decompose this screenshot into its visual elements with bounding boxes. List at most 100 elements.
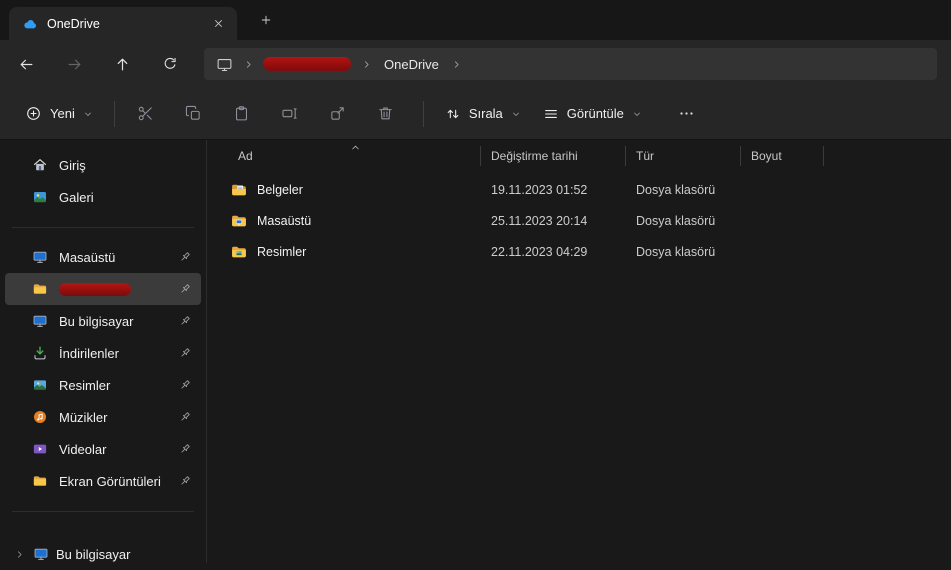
command-toolbar: Yeni Sırala Görüntüle bbox=[0, 88, 951, 140]
explorer-body: Giriş Galeri Masaüstü Bu bilgisayar İndi… bbox=[0, 140, 951, 563]
this-pc-icon bbox=[32, 313, 48, 329]
share-icon bbox=[329, 105, 346, 122]
file-name: Belgeler bbox=[257, 182, 303, 197]
new-tab-plus-icon bbox=[259, 13, 273, 27]
new-tab-button[interactable] bbox=[253, 7, 279, 33]
sidebar-item-label: Resimler bbox=[59, 377, 111, 393]
sort-button-label: Sırala bbox=[468, 106, 503, 121]
view-button[interactable]: Görüntüle bbox=[532, 96, 653, 132]
chevron-down-icon bbox=[511, 109, 521, 119]
redaction-scribble-breadcrumb bbox=[263, 57, 351, 71]
up-icon bbox=[114, 56, 131, 73]
column-resize-handle[interactable] bbox=[823, 146, 824, 166]
sidebar-item-this-pc[interactable]: Bu bilgisayar bbox=[5, 305, 201, 337]
sidebar-separator bbox=[12, 511, 194, 512]
sidebar-tree-item-this-pc[interactable]: Bu bilgisayar bbox=[5, 538, 201, 570]
view-button-label: Görüntüle bbox=[566, 106, 624, 121]
cut-button[interactable] bbox=[125, 96, 167, 132]
pin-icon bbox=[178, 346, 192, 360]
sidebar-item-downloads[interactable]: İndirilenler bbox=[5, 337, 201, 369]
breadcrumb-segment-onedrive[interactable]: OneDrive bbox=[377, 54, 446, 75]
delete-button[interactable] bbox=[365, 96, 407, 132]
column-header-name[interactable]: Ad bbox=[207, 143, 481, 169]
share-button[interactable] bbox=[317, 96, 359, 132]
home-icon bbox=[32, 157, 48, 173]
sidebar-item-label: Giriş bbox=[59, 157, 86, 173]
column-header-label: Tür bbox=[636, 149, 654, 163]
column-header-label: Değiştirme tarihi bbox=[491, 149, 578, 163]
column-header-type[interactable]: Tür bbox=[626, 143, 741, 169]
address-bar[interactable]: OneDrive bbox=[204, 48, 937, 80]
breadcrumb-chevron-icon[interactable] bbox=[240, 56, 256, 72]
toolbar-separator bbox=[422, 100, 424, 127]
file-date-modified: 19.11.2023 01:52 bbox=[491, 182, 588, 197]
paste-button[interactable] bbox=[221, 96, 263, 132]
downloads-icon bbox=[32, 345, 48, 361]
pin-icon bbox=[178, 314, 192, 328]
pin-icon bbox=[178, 282, 192, 296]
new-item-plus-icon bbox=[25, 105, 42, 122]
chevron-down-icon bbox=[83, 109, 93, 119]
redaction-scribble-sidebar bbox=[59, 282, 131, 296]
file-name: Resimler bbox=[257, 244, 307, 259]
forward-button[interactable] bbox=[54, 46, 94, 82]
sidebar-item-music[interactable]: Müzikler bbox=[5, 401, 201, 433]
sidebar-item-videos[interactable]: Videolar bbox=[5, 433, 201, 465]
documents-folder-icon bbox=[230, 181, 248, 199]
file-type: Dosya klasörü bbox=[636, 244, 716, 259]
sidebar-item-label: Bu bilgisayar bbox=[56, 546, 131, 562]
tab-close-button[interactable] bbox=[207, 13, 229, 35]
tab-title: OneDrive bbox=[47, 16, 100, 31]
sidebar-item-gallery[interactable]: Galeri bbox=[5, 181, 201, 213]
view-list-icon bbox=[543, 106, 559, 122]
column-header-row: Ad Değiştirme tarihi Tür Boyut bbox=[207, 143, 951, 169]
rename-button[interactable] bbox=[269, 96, 311, 132]
chevron-down-icon bbox=[632, 109, 642, 119]
explorer-tab-onedrive[interactable]: OneDrive bbox=[9, 7, 237, 40]
videos-icon bbox=[32, 441, 48, 457]
sidebar-item-redacted-folder[interactable] bbox=[5, 273, 201, 305]
back-button[interactable] bbox=[6, 46, 46, 82]
file-row-resimler[interactable]: Resimler 22.11.2023 04:29 Dosya klasörü bbox=[207, 236, 951, 267]
sidebar-item-label: Videolar bbox=[59, 441, 107, 457]
desktop-icon bbox=[32, 249, 48, 265]
sidebar-item-home[interactable]: Giriş bbox=[5, 149, 201, 181]
this-pc-breadcrumb-icon[interactable] bbox=[216, 56, 233, 73]
refresh-button[interactable] bbox=[150, 46, 190, 82]
sidebar-item-desktop[interactable]: Masaüstü bbox=[5, 241, 201, 273]
sort-icon bbox=[445, 106, 461, 122]
column-header-size[interactable]: Boyut bbox=[741, 143, 824, 169]
sidebar-item-pictures[interactable]: Resimler bbox=[5, 369, 201, 401]
file-row-belgeler[interactable]: Belgeler 19.11.2023 01:52 Dosya klasörü bbox=[207, 174, 951, 205]
paste-icon bbox=[233, 105, 250, 122]
pictures-icon bbox=[32, 377, 48, 393]
see-more-button[interactable] bbox=[667, 96, 707, 132]
breadcrumb-chevron-icon[interactable] bbox=[449, 56, 465, 72]
new-button[interactable]: Yeni bbox=[14, 96, 104, 132]
copy-icon bbox=[185, 105, 202, 122]
sort-button[interactable]: Sırala bbox=[434, 96, 532, 132]
sidebar-item-label: İndirilenler bbox=[59, 345, 119, 361]
sidebar-item-label: Masaüstü bbox=[59, 249, 116, 265]
rename-icon bbox=[281, 105, 298, 122]
file-explorer-window: OneDrive OneDrive Yeni Sırala Görüntüle … bbox=[0, 0, 951, 563]
more-icon bbox=[678, 105, 695, 122]
file-row-masaustu[interactable]: Masaüstü 25.11.2023 20:14 Dosya klasörü bbox=[207, 205, 951, 236]
onedrive-cloud-icon bbox=[22, 16, 38, 32]
sidebar-item-screenshots[interactable]: Ekran Görüntüleri bbox=[5, 465, 201, 497]
file-name: Masaüstü bbox=[257, 213, 312, 228]
copy-button[interactable] bbox=[173, 96, 215, 132]
file-type: Dosya klasörü bbox=[636, 213, 716, 228]
file-date-modified: 25.11.2023 20:14 bbox=[491, 213, 588, 228]
breadcrumb-chevron-icon[interactable] bbox=[358, 56, 374, 72]
column-header-date-modified[interactable]: Değiştirme tarihi bbox=[481, 143, 626, 169]
music-icon bbox=[32, 409, 48, 425]
up-button[interactable] bbox=[102, 46, 142, 82]
sidebar-item-label: Müzikler bbox=[59, 409, 108, 425]
gallery-icon bbox=[32, 189, 48, 205]
expand-chevron-icon[interactable] bbox=[12, 549, 26, 560]
pin-icon bbox=[178, 474, 192, 488]
sidebar-separator bbox=[12, 227, 194, 228]
toolbar-separator bbox=[113, 100, 115, 127]
sidebar-item-label: Bu bilgisayar bbox=[59, 313, 134, 329]
